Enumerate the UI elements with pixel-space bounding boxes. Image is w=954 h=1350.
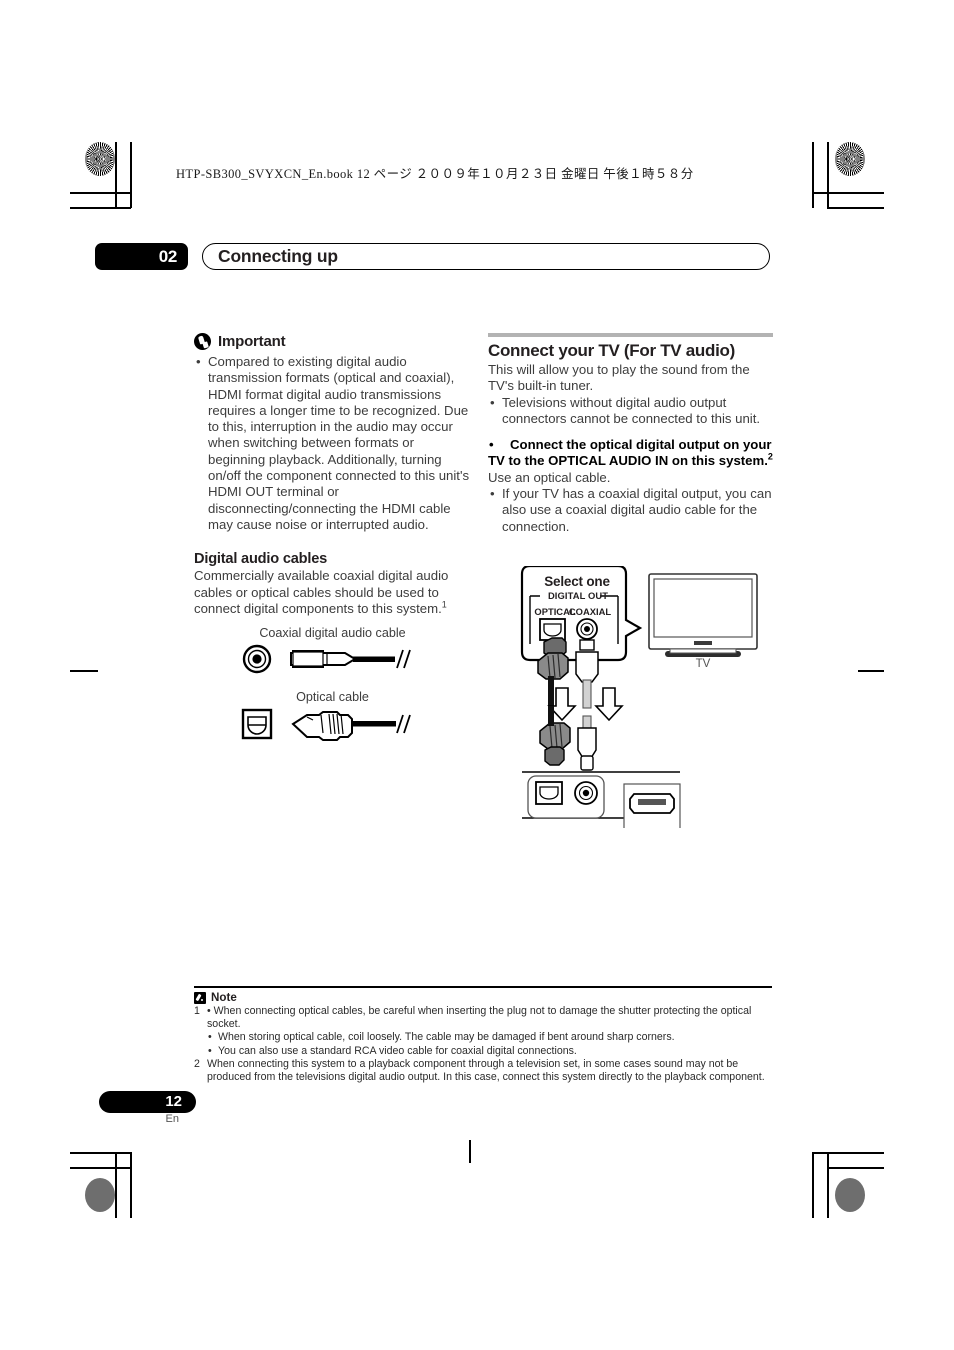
note-item: 1 • When connecting optical cables, be c…: [194, 1005, 772, 1031]
rosette-mark-top-left: [85, 142, 115, 176]
important-heading: Important: [194, 333, 471, 350]
important-title: Important: [218, 333, 286, 350]
list-item: Televisions without digital audio output…: [488, 395, 773, 428]
note-text: When connecting this system to a playbac…: [207, 1057, 765, 1084]
crosshair-mark-left-middle: [98, 654, 132, 688]
connection-diagram: Select one DIGITAL OUT OPTICAL COAXIAL T…: [518, 564, 780, 831]
note-heading: Note: [194, 991, 772, 1004]
crosshair-mark-bottom-center: [453, 1163, 487, 1197]
section-intro: This will allow you to play the sound fr…: [488, 362, 750, 394]
optical-instruction-bold: Connect the optical digital output on yo…: [488, 437, 772, 469]
optical-instruction-follow: Use an optical cable.: [488, 469, 611, 485]
chapter-title: Connecting up: [202, 243, 770, 270]
list-item: Compared to existing digital audio trans…: [194, 354, 471, 533]
solid-circle-mark-bottom-right: [835, 1178, 865, 1212]
note-subitem: When storing optical cable, coil loosely…: [194, 1031, 772, 1044]
crosshair-mark-right-lower: [824, 1113, 858, 1147]
callout-title: Select one: [544, 574, 610, 589]
coaxial-cable-figure: Coaxial digital audio cable: [194, 626, 471, 681]
coaxial-jack-label: COAXIAL: [568, 606, 612, 617]
list-item: If your TV has a coaxial digital output,…: [488, 486, 773, 535]
digital-audio-cables-body-text: Commercially available coaxial digital a…: [194, 568, 449, 616]
coaxial-cable-caption: Coaxial digital audio cable: [259, 626, 406, 641]
right-column: Connect your TV (For TV audio) This will…: [488, 333, 773, 535]
footnote-ref-1: 1: [441, 599, 447, 610]
important-hand-icon: [194, 333, 211, 350]
optical-cable-figure: Optical cable: [194, 690, 471, 747]
crosshair-mark-right-upper: [824, 196, 858, 230]
optical-cable-caption: Optical cable: [296, 690, 369, 705]
tv-label: TV: [695, 658, 711, 670]
digital-out-label: DIGITAL OUT: [547, 590, 609, 601]
tv-bullet-list-2: If your TV has a coaxial digital output,…: [488, 486, 773, 535]
section-heading: Connect your TV (For TV audio): [488, 341, 735, 360]
crosshair-mark-right-middle: [824, 654, 858, 688]
bullet-dot: •: [489, 437, 494, 453]
file-header-line: HTP-SB300_SVYXCN_En.book 12 ページ ２００９年１０月…: [176, 167, 694, 181]
tv-bullet-list-1: Televisions without digital audio output…: [488, 395, 773, 428]
document-page: HTP-SB300_SVYXCN_En.book 12 ページ ２００９年１０月…: [0, 0, 954, 1350]
note-text: • When connecting optical cables, be car…: [207, 1005, 752, 1031]
crosshair-mark-bottom-right-inner: [765, 1163, 799, 1197]
note-item: 2 When connecting this system to a playb…: [194, 1058, 772, 1084]
crosshair-mark-top-right-inner: [765, 155, 799, 189]
page-number-badge: 12: [99, 1091, 196, 1113]
footnote-ref-2: 2: [767, 452, 773, 463]
optical-instruction-text: Connect the optical digital output on yo…: [488, 437, 773, 470]
note-text-body: When connecting optical cables, be caref…: [207, 1005, 752, 1031]
crosshair-mark-top-left-inner: [139, 155, 173, 189]
note-pencil-icon: [194, 991, 206, 1004]
page-language-label: En: [165, 1113, 179, 1125]
coaxial-cable-illustration: [242, 644, 411, 674]
solid-circle-mark-bottom-left: [85, 1178, 115, 1212]
rosette-mark-top-right: [835, 142, 865, 176]
section-rule: [488, 333, 773, 337]
optical-instruction: • Connect the optical digital output on …: [488, 437, 773, 470]
note-rule: [194, 986, 772, 988]
tv-illustration: [648, 573, 758, 657]
note-number: 1: [194, 1005, 200, 1017]
chapter-bar: 02 Connecting up: [95, 243, 770, 270]
receiver-coaxial-plug: [577, 715, 597, 771]
crosshair-mark-bottom-left-inner: [139, 1163, 173, 1197]
digital-audio-cables-heading: Digital audio cables: [194, 551, 328, 568]
note-number: 2: [194, 1057, 200, 1070]
receiver-rear-panel: [522, 771, 681, 831]
digital-audio-cables-body: Commercially available coaxial digital a…: [194, 568, 471, 617]
important-bullet-list: Compared to existing digital audio trans…: [194, 354, 471, 533]
optical-cable-illustration: [241, 708, 411, 742]
left-column: Important Compared to existing digital a…: [194, 333, 471, 747]
note-title: Note: [211, 991, 237, 1004]
chapter-number: 02: [95, 243, 188, 270]
note-subitem: You can also use a standard RCA video ca…: [194, 1045, 772, 1058]
crosshair-mark-left-upper: [98, 196, 132, 230]
note-block: Note 1 • When connecting optical cables,…: [194, 986, 772, 1084]
